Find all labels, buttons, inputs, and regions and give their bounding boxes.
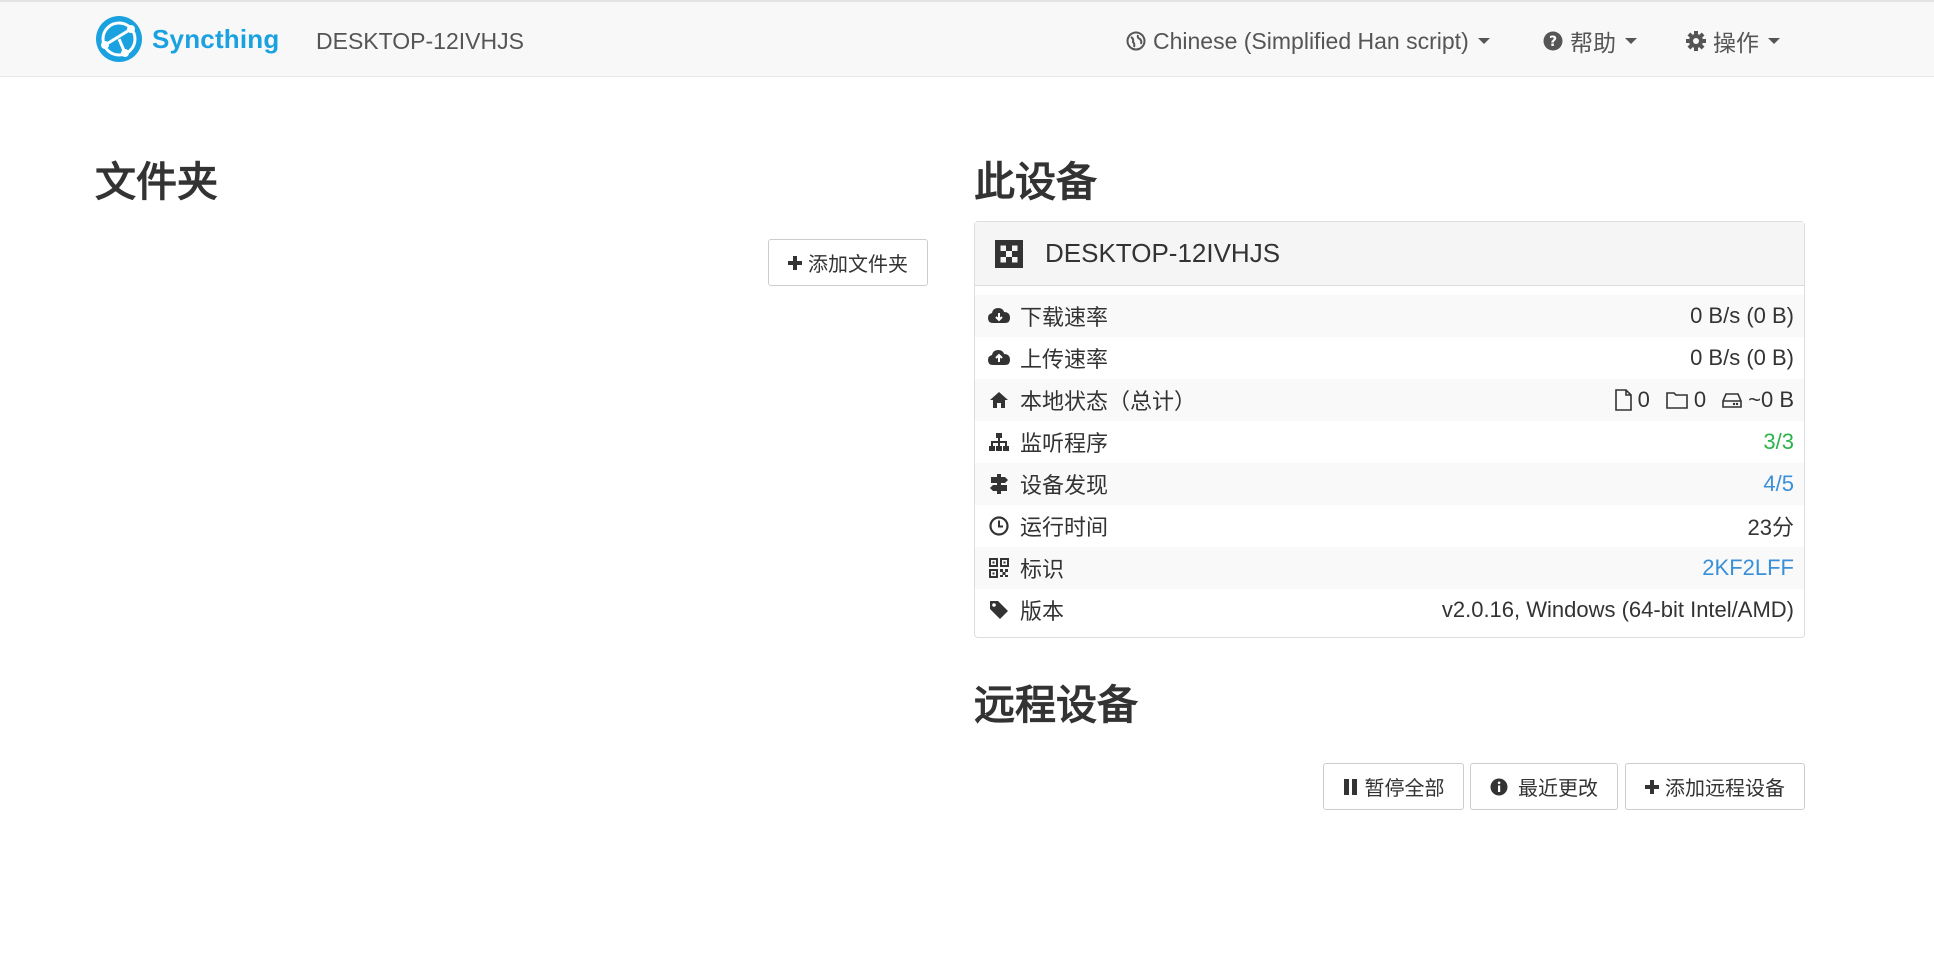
cloud-upload-icon	[988, 349, 1010, 367]
top-navbar: Syncthing DESKTOP-12IVHJS Chinese (Simpl…	[0, 0, 1934, 77]
pause-all-button[interactable]: 暂停全部	[1323, 763, 1464, 810]
svg-text:?: ?	[1549, 34, 1557, 50]
listeners-row: 监听程序 3/3	[975, 421, 1804, 463]
actions-menu[interactable]: 操作	[1686, 26, 1780, 56]
hard-drive-icon	[1722, 393, 1742, 408]
uptime-row: 运行时间 23分	[975, 505, 1804, 547]
plus-icon	[788, 255, 802, 270]
folder-count-value: 0	[1693, 387, 1707, 412]
qrcode-icon	[988, 558, 1010, 578]
brand-name: Syncthing	[152, 23, 280, 54]
upload-rate-value: 0 B/s (0 B)	[1690, 345, 1794, 370]
identification-row: 标识 2KF2LFF	[975, 547, 1804, 589]
this-device-panel-header[interactable]: DESKTOP-12IVHJS	[975, 222, 1804, 286]
pause-icon	[1343, 778, 1359, 795]
version-row: 版本 v2.0.16, Windows (64-bit Intel/AMD)	[975, 589, 1804, 631]
chevron-down-icon	[1625, 38, 1637, 44]
add-folder-label: 添加文件夹	[808, 252, 908, 276]
chevron-down-icon	[1477, 38, 1490, 44]
download-rate-label: 下载速率	[1020, 306, 1109, 331]
file-count: 0	[1614, 387, 1650, 413]
brand-logo-link[interactable]: Syncthing	[95, 14, 279, 64]
help-label: 帮助	[1570, 30, 1616, 56]
this-device-name: DESKTOP-12IVHJS	[1045, 238, 1281, 268]
sitemap-icon	[988, 432, 1010, 452]
uptime-value: 23分	[1747, 515, 1794, 540]
upload-rate-row: 上传速率 0 B/s (0 B)	[975, 337, 1804, 379]
info-circle-icon	[1490, 778, 1508, 796]
local-state-label: 本地状态（总计）	[1020, 390, 1197, 415]
discovery-value[interactable]: 4/5	[1763, 471, 1794, 497]
recent-changes-label: 最近更改	[1518, 776, 1598, 800]
folder-count: 0	[1666, 387, 1706, 413]
uptime-label: 运行时间	[1020, 516, 1109, 541]
download-rate-row: 下载速率 0 B/s (0 B)	[975, 295, 1804, 337]
disk-size-value: ~0 B	[1748, 387, 1794, 412]
local-state-value: 0 0 ~0 B	[1599, 387, 1794, 413]
chevron-down-icon	[1768, 38, 1780, 44]
home-icon	[988, 391, 1010, 409]
discovery-label: 设备发现	[1020, 474, 1109, 499]
question-circle-icon: ?	[1543, 31, 1563, 51]
syncthing-logo-icon	[96, 16, 142, 62]
device-id-link[interactable]: 2KF2LFF	[1702, 555, 1794, 581]
add-folder-button[interactable]: 添加文件夹	[768, 239, 928, 286]
version-value: v2.0.16, Windows (64-bit Intel/AMD)	[1441, 597, 1794, 622]
version-label: 版本	[1020, 600, 1065, 625]
this-device-heading: 此设备	[974, 158, 1097, 206]
actions-label: 操作	[1713, 30, 1759, 56]
recent-changes-button[interactable]: 最近更改	[1470, 763, 1618, 810]
help-menu[interactable]: ? 帮助	[1543, 26, 1637, 56]
gear-icon	[1686, 31, 1706, 51]
language-menu[interactable]: Chinese (Simplified Han script)	[1126, 26, 1490, 56]
clock-icon	[988, 516, 1010, 536]
file-icon	[1614, 389, 1632, 411]
language-label: Chinese (Simplified Han script)	[1153, 27, 1469, 54]
remote-devices-heading: 远程设备	[974, 681, 1138, 729]
add-remote-device-button[interactable]: 添加远程设备	[1625, 763, 1805, 810]
nav-device-name: DESKTOP-12IVHJS	[316, 28, 524, 54]
folder-icon	[1666, 392, 1688, 409]
globe-icon	[1126, 31, 1146, 51]
device-identicon-icon	[995, 239, 1023, 268]
tag-icon	[988, 600, 1010, 620]
upload-rate-label: 上传速率	[1020, 348, 1109, 373]
cloud-download-icon	[988, 307, 1010, 325]
discovery-row: 设备发现 4/5	[975, 463, 1804, 505]
this-device-stats: 下载速率 0 B/s (0 B) 上传速率 0 B/s (0 B) 本地状态（总…	[975, 286, 1804, 631]
download-rate-value: 0 B/s (0 B)	[1690, 303, 1794, 328]
listeners-value[interactable]: 3/3	[1763, 429, 1794, 455]
folders-heading: 文件夹	[95, 158, 218, 206]
this-device-panel: DESKTOP-12IVHJS 下载速率 0 B/s (0 B) 上传速率 0 …	[974, 221, 1805, 638]
local-state-row: 本地状态（总计） 0 0 ~0 B	[975, 379, 1804, 421]
signpost-icon	[988, 474, 1010, 494]
add-remote-device-label: 添加远程设备	[1665, 776, 1785, 800]
pause-all-label: 暂停全部	[1364, 776, 1445, 800]
disk-size: ~0 B	[1722, 387, 1794, 413]
listeners-label: 监听程序	[1020, 432, 1109, 457]
identification-label: 标识	[1020, 558, 1065, 583]
file-count-value: 0	[1637, 387, 1650, 412]
plus-icon	[1645, 779, 1659, 794]
